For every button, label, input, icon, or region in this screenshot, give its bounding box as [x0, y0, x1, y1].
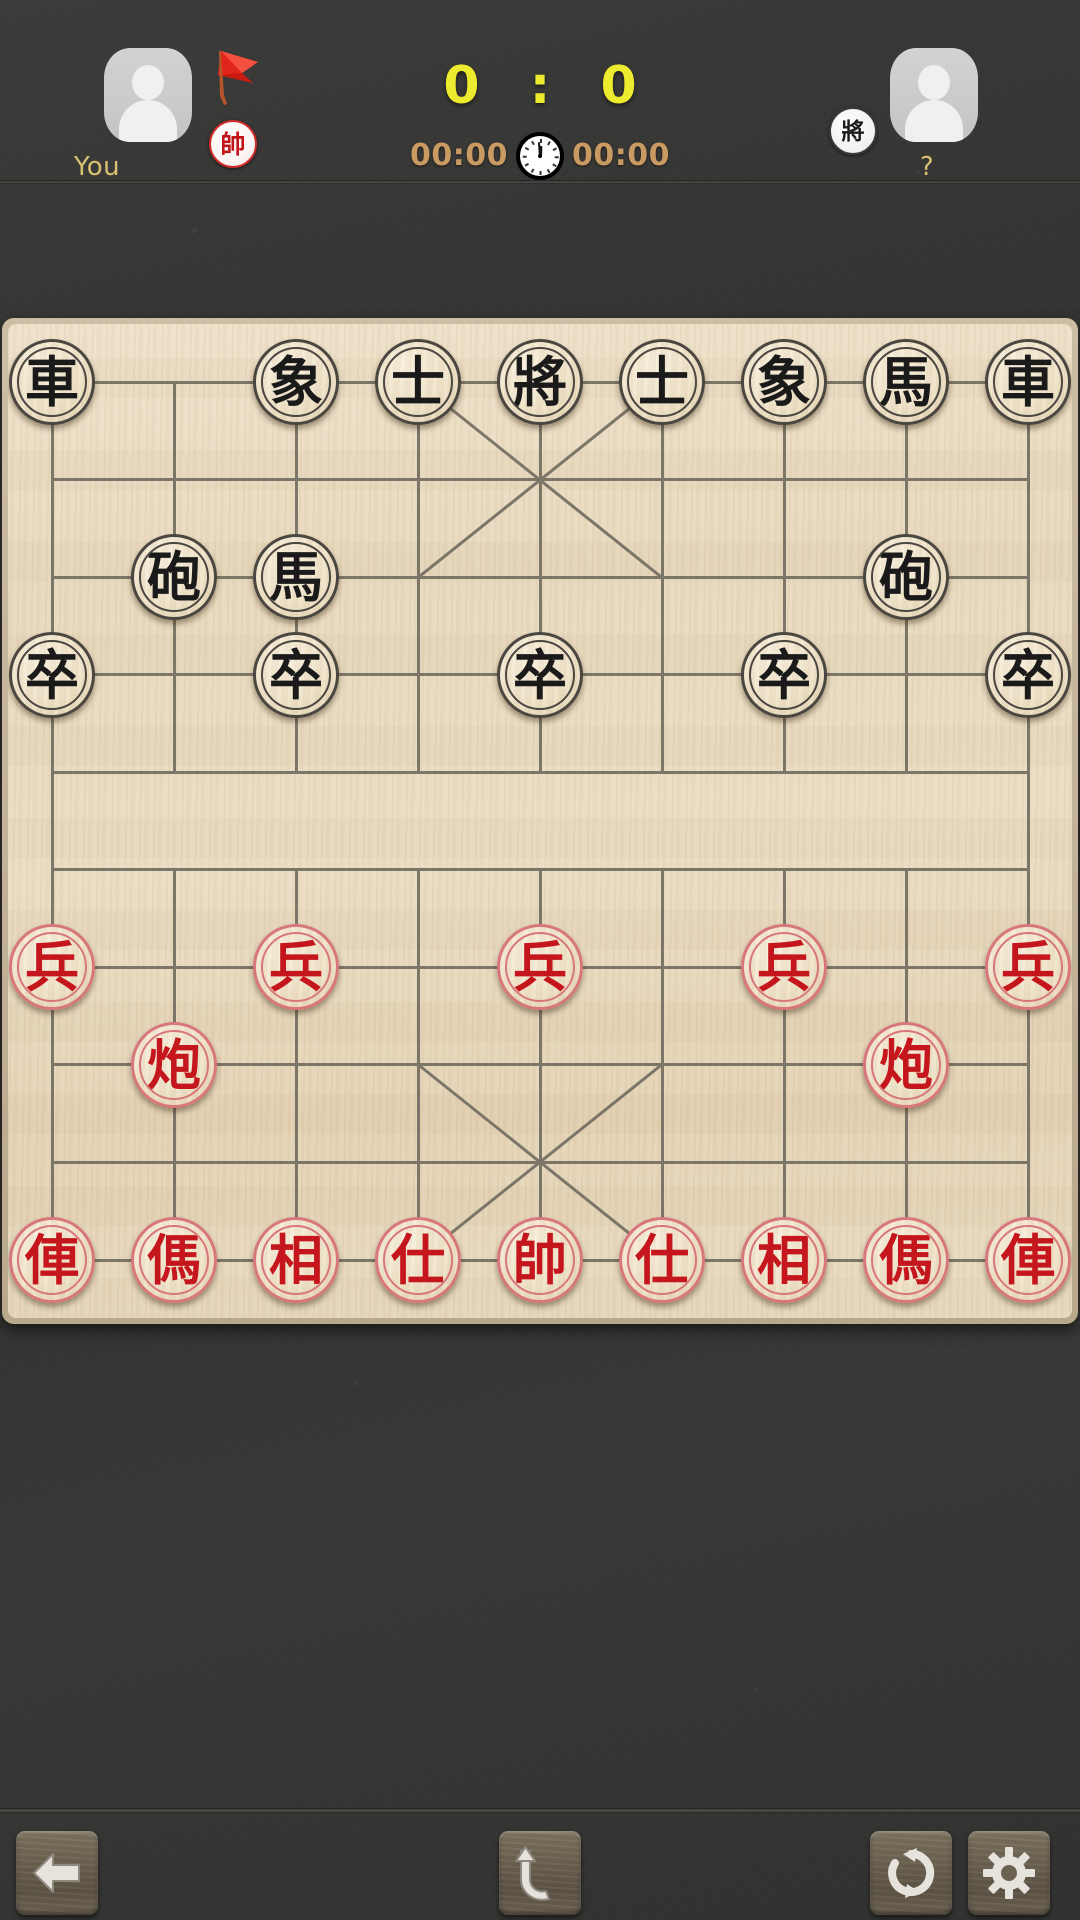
player-panel-right[interactable]: 將 ?	[822, 44, 1052, 182]
undo-button[interactable]	[499, 1831, 581, 1915]
red-elephant-left[interactable]: 相	[253, 1217, 339, 1303]
red-advisor-right[interactable]: 仕	[619, 1217, 705, 1303]
score-display: 0 : 0	[443, 56, 653, 116]
red-elephant-right[interactable]: 相	[741, 1217, 827, 1303]
side-chip-black: 將	[829, 107, 877, 155]
bottom-toolbar	[0, 1813, 1080, 1920]
red-soldier-1[interactable]: 兵	[9, 924, 95, 1011]
board-frame: 車象士將士象馬車砲馬砲卒卒卒卒卒兵兵兵兵兵炮炮俥傌相仕帥仕相傌俥	[2, 318, 1078, 1324]
red-general[interactable]: 帥	[497, 1217, 583, 1303]
black-cannon-left[interactable]: 砲	[131, 534, 217, 621]
clock-icon	[516, 132, 564, 180]
black-soldier-5[interactable]: 卒	[985, 631, 1071, 718]
black-advisor-left[interactable]: 士	[375, 339, 461, 425]
red-horse-right[interactable]: 傌	[863, 1217, 949, 1303]
black-horse-right[interactable]: 馬	[863, 339, 949, 425]
board-file-line	[50, 382, 54, 1260]
player-name-right: ?	[919, 152, 935, 182]
black-soldier-1[interactable]: 卒	[9, 631, 95, 718]
red-horse-left[interactable]: 傌	[131, 1217, 217, 1303]
red-soldier-5[interactable]: 兵	[985, 924, 1071, 1011]
red-soldier-3[interactable]: 兵	[497, 924, 583, 1011]
refresh-button[interactable]	[870, 1831, 952, 1915]
avatar-head-icon	[918, 65, 950, 100]
avatar[interactable]	[890, 48, 978, 142]
black-soldier-2[interactable]: 卒	[253, 631, 339, 718]
black-cannon-right[interactable]: 砲	[863, 534, 949, 621]
gear-icon	[983, 1847, 1035, 1899]
settings-button[interactable]	[968, 1831, 1050, 1915]
avatar-body-icon	[119, 100, 177, 142]
red-chariot-right[interactable]: 俥	[985, 1217, 1071, 1303]
black-chariot-right[interactable]: 車	[985, 339, 1071, 425]
red-chariot-left[interactable]: 俥	[9, 1217, 95, 1303]
refresh-icon	[885, 1846, 937, 1900]
red-cannon-right[interactable]: 炮	[863, 1021, 949, 1108]
black-soldier-3[interactable]: 卒	[497, 631, 583, 718]
player-name-left: You	[73, 152, 121, 182]
board-file-line	[1026, 382, 1030, 1260]
black-elephant-left[interactable]: 象	[253, 339, 339, 425]
black-general[interactable]: 將	[497, 339, 583, 425]
clock-row: 00:00 00:00	[300, 132, 780, 180]
red-soldier-4[interactable]: 兵	[741, 924, 827, 1011]
avatar[interactable]	[104, 48, 192, 142]
black-chariot-left[interactable]: 車	[9, 339, 95, 425]
undo-arrow-icon	[515, 1845, 565, 1901]
black-advisor-right[interactable]: 士	[619, 339, 705, 425]
player-panel-left[interactable]: 帥 You	[28, 44, 258, 182]
clock-time-left: 00:00	[410, 138, 508, 173]
red-cannon-left[interactable]: 炮	[131, 1021, 217, 1108]
black-horse-left[interactable]: 馬	[253, 534, 339, 621]
back-button[interactable]	[16, 1831, 98, 1915]
black-elephant-right[interactable]: 象	[741, 339, 827, 425]
red-advisor-left[interactable]: 仕	[375, 1217, 461, 1303]
black-soldier-4[interactable]: 卒	[741, 631, 827, 718]
side-chip-red: 帥	[209, 120, 257, 168]
red-flag-icon	[208, 46, 266, 112]
avatar-body-icon	[905, 100, 963, 142]
xiangqi-game-screen: 帥 You 0 : 0 00:00 00:00 將 ? 車 象 士 將 士 象 …	[0, 0, 1080, 1920]
xiangqi-board[interactable]: 車象士將士象馬車砲馬砲卒卒卒卒卒兵兵兵兵兵炮炮俥傌相仕帥仕相傌俥	[8, 324, 1072, 1318]
game-header: 帥 You 0 : 0 00:00 00:00 將 ?	[0, 0, 1080, 182]
arrow-left-icon	[31, 1850, 83, 1896]
avatar-head-icon	[132, 65, 164, 100]
red-soldier-2[interactable]: 兵	[253, 924, 339, 1011]
clock-time-right: 00:00	[572, 138, 670, 173]
